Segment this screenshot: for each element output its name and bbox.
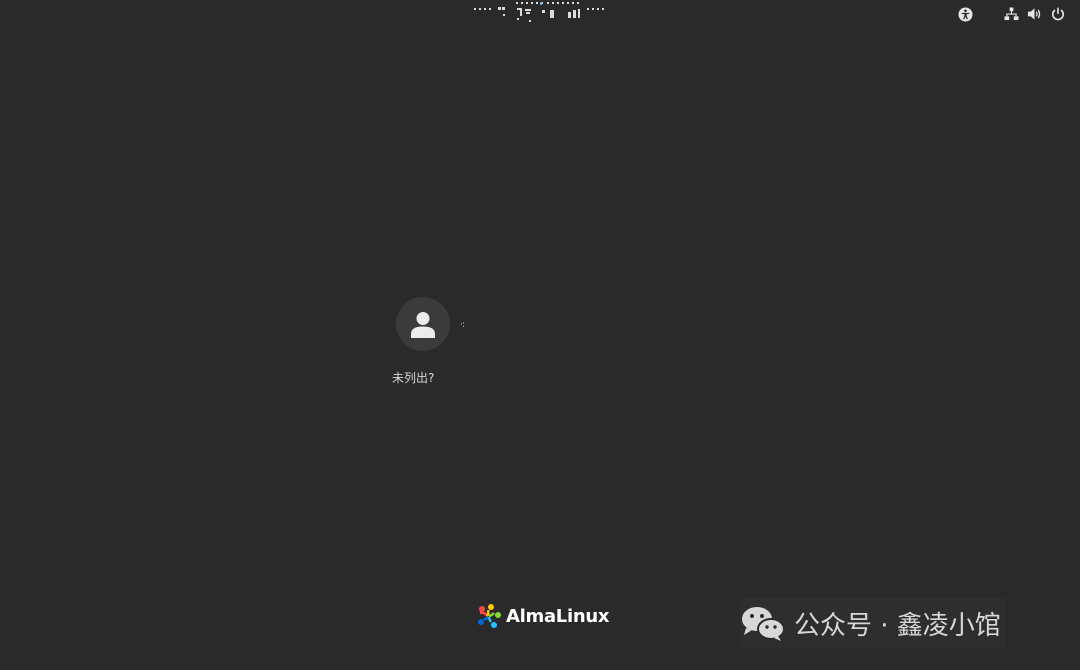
wechat-icon <box>742 607 785 641</box>
system-status-menu[interactable] <box>957 6 1066 22</box>
user-name: ·: <box>460 320 465 330</box>
avatar <box>396 297 450 351</box>
clock-text <box>474 5 610 23</box>
almalinux-logo-icon <box>478 604 501 628</box>
watermark-text: 公众号 · 鑫凌小馆 <box>794 610 1001 641</box>
not-listed-button[interactable]: 未列出? <box>392 369 434 386</box>
brand-name: AlmaLinux <box>506 605 610 627</box>
network-icon[interactable] <box>1003 6 1019 22</box>
accessibility-icon[interactable] <box>957 6 973 22</box>
clock-area[interactable] <box>474 2 610 24</box>
power-icon[interactable] <box>1050 6 1066 22</box>
login-screen: ·: 未列出? AlmaLinux 公众号 · 鑫凌小馆 <box>0 0 1080 670</box>
watermark: 公众号 · 鑫凌小馆 <box>740 598 1005 648</box>
brand-logo: AlmaLinux <box>476 603 609 629</box>
user-icon <box>411 312 435 338</box>
top-bar <box>0 0 1080 28</box>
user-list-item[interactable]: ·: <box>396 296 465 352</box>
volume-icon[interactable] <box>1026 6 1042 22</box>
